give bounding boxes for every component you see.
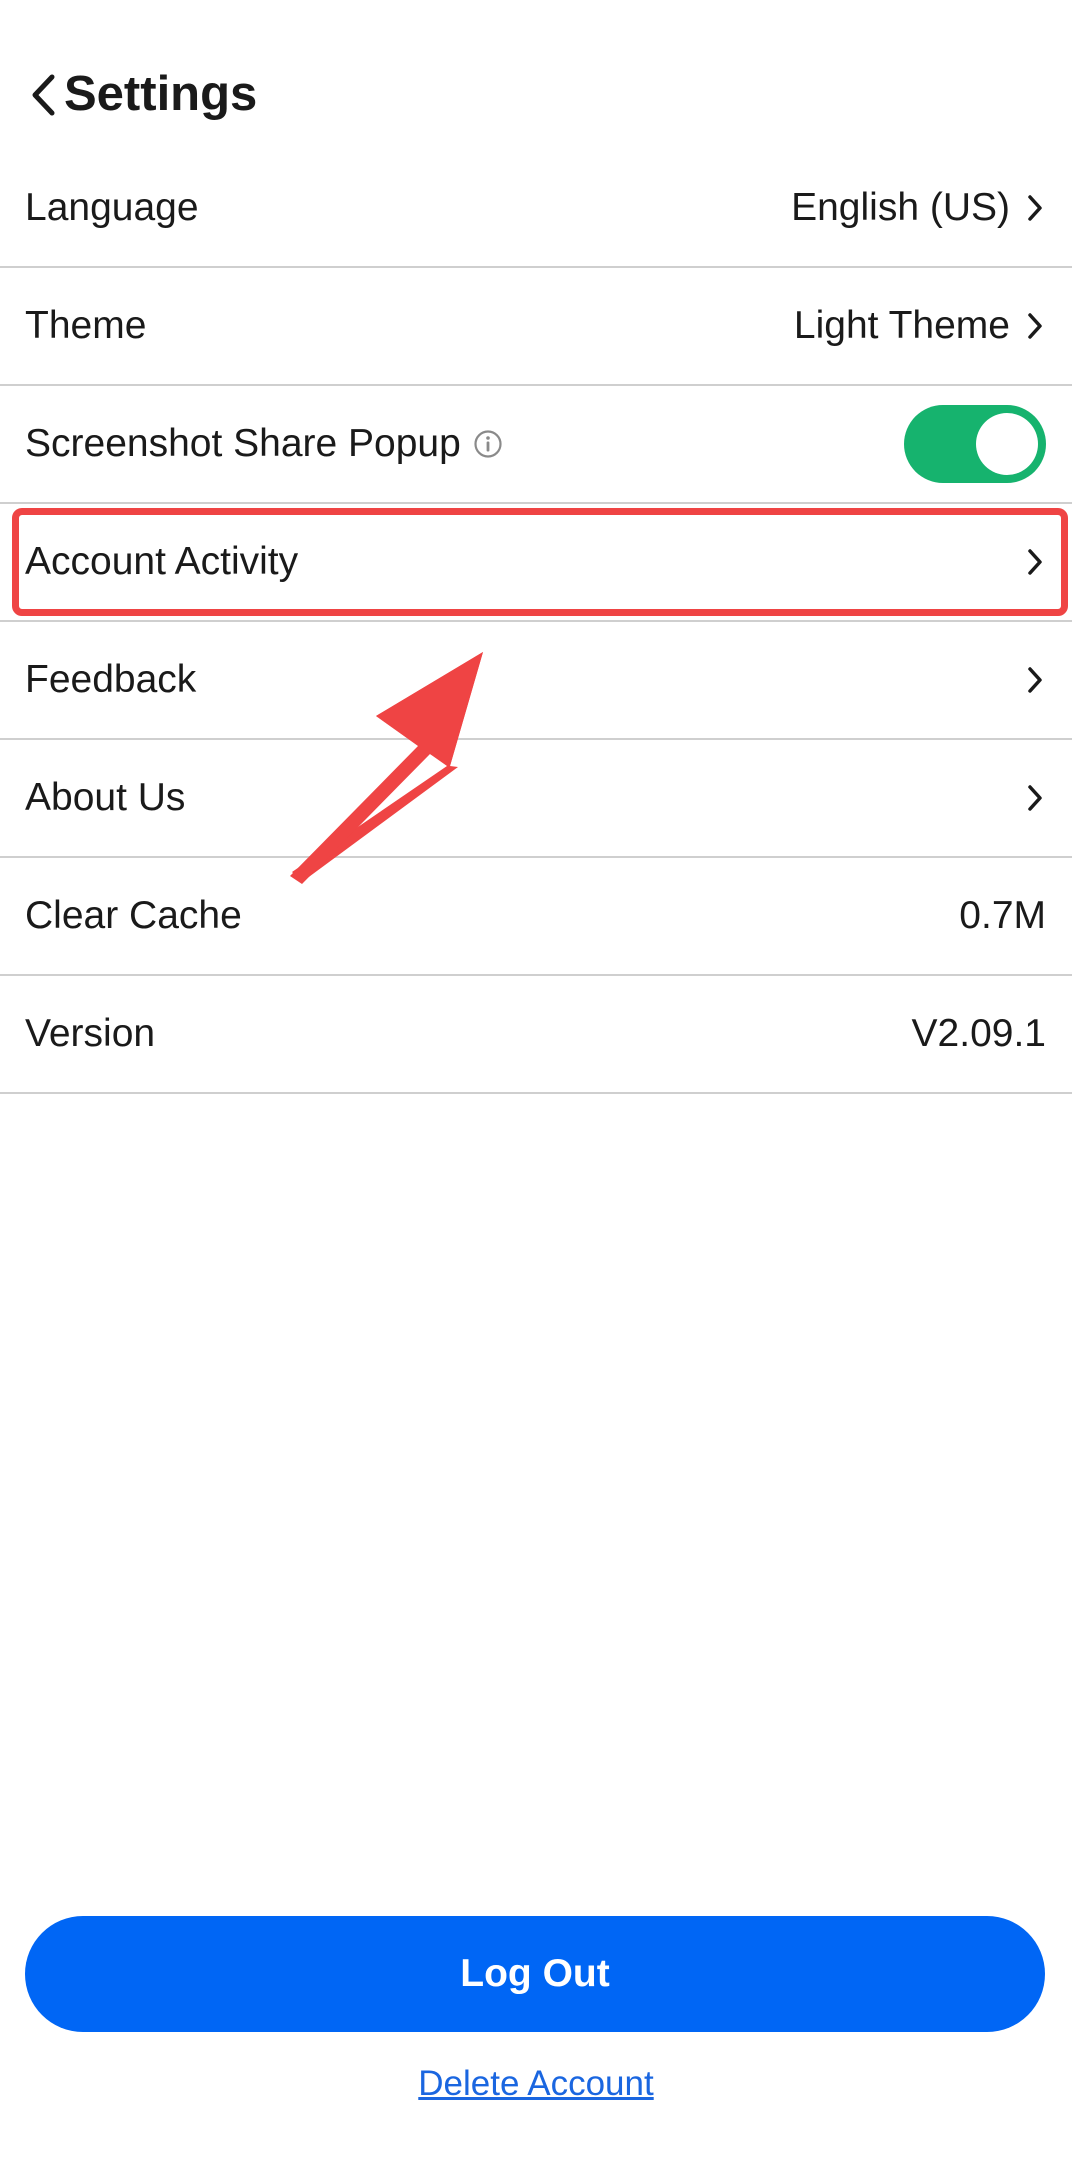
toggle-knob (976, 413, 1038, 475)
setting-label: Feedback (25, 658, 197, 701)
setting-label: Language (25, 186, 199, 229)
setting-row-clear-cache[interactable]: Clear Cache 0.7M (0, 858, 1072, 976)
screenshot-share-toggle[interactable] (904, 405, 1046, 483)
setting-row-screenshot-share: Screenshot Share Popup (0, 386, 1072, 504)
setting-row-about-us[interactable]: About Us (0, 740, 1072, 858)
setting-row-language[interactable]: Language English (US) (0, 150, 1072, 268)
setting-row-feedback[interactable]: Feedback (0, 622, 1072, 740)
delete-account-link[interactable]: Delete Account (0, 2064, 1072, 2104)
chevron-right-icon (1024, 781, 1046, 815)
setting-value: Light Theme (793, 304, 1010, 347)
version-value: V2.09.1 (911, 1012, 1046, 1055)
chevron-right-icon (1024, 663, 1046, 697)
page-title: Settings (64, 67, 258, 121)
setting-label: Version (25, 1012, 156, 1055)
setting-row-account-activity[interactable]: Account Activity (0, 504, 1072, 622)
chevron-right-icon (1024, 309, 1046, 343)
cache-size-value: 0.7M (959, 894, 1046, 937)
info-icon[interactable] (473, 429, 503, 459)
chevron-right-icon (1024, 191, 1046, 225)
chevron-right-icon (1024, 545, 1046, 579)
setting-label: Account Activity (25, 540, 299, 583)
logout-button[interactable]: Log Out (25, 1916, 1045, 2032)
setting-label: Screenshot Share Popup (25, 422, 461, 465)
setting-row-version: Version V2.09.1 (0, 976, 1072, 1094)
settings-list: Language English (US) Theme Light Theme … (0, 150, 1072, 1094)
setting-label: Clear Cache (25, 894, 242, 937)
chevron-left-icon (32, 74, 55, 116)
header: Settings (0, 40, 1072, 150)
setting-label: Theme (25, 304, 147, 347)
setting-value: English (US) (791, 186, 1010, 229)
setting-row-theme[interactable]: Theme Light Theme (0, 268, 1072, 386)
back-button[interactable] (18, 70, 68, 120)
setting-label: About Us (25, 776, 186, 819)
